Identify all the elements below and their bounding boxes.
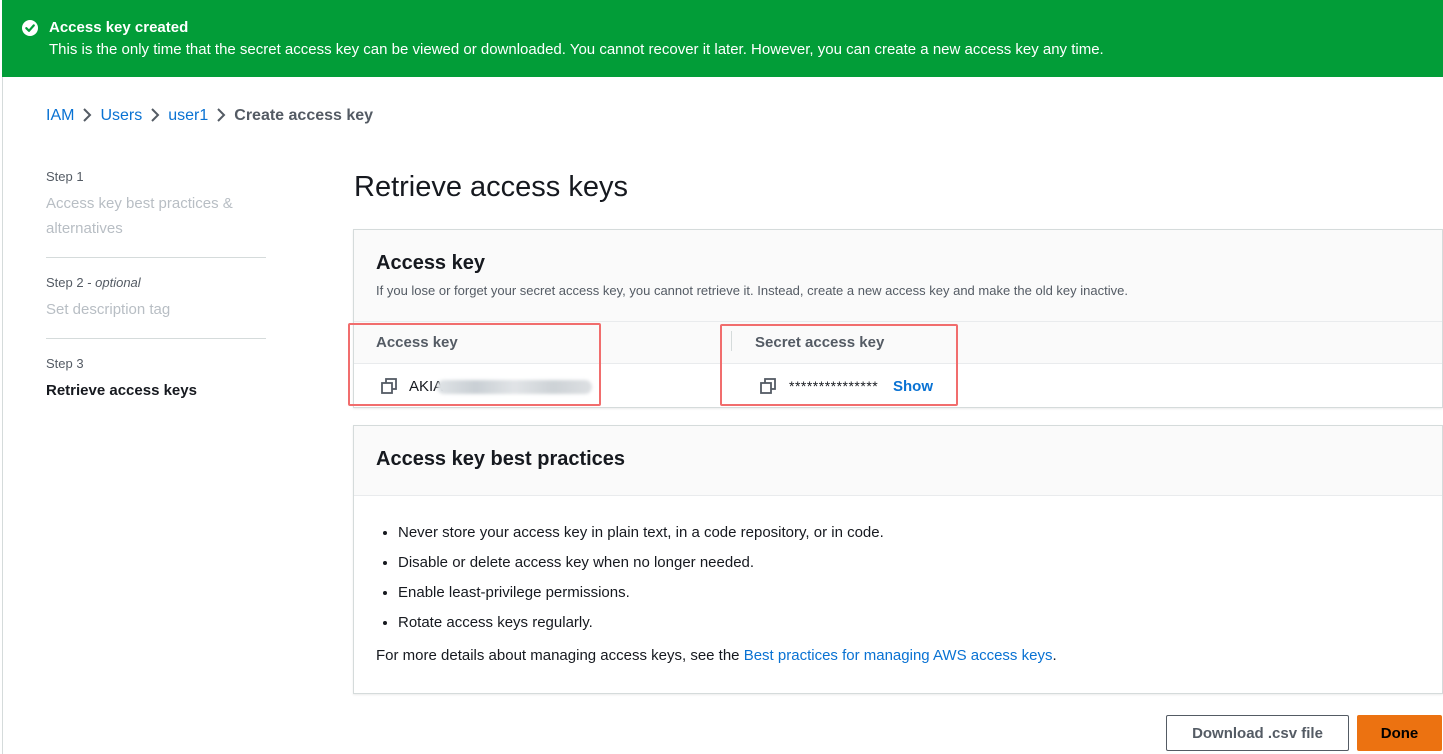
table-header: Access key Secret access key [354,322,1442,364]
breadcrumb-user1[interactable]: user1 [168,107,208,125]
redacted-key [437,380,592,394]
banner-title: Access key created [49,19,189,36]
list-item: Enable least-privilege permissions. [398,582,884,612]
download-csv-button[interactable]: Download .csv file [1166,715,1349,751]
chevron-right-icon [142,106,168,126]
panel-header: Access key best practices [354,426,1442,496]
column-access-key: Access key [376,334,458,351]
show-secret-link[interactable]: Show [893,378,933,395]
optional-label: optional [95,275,141,290]
step-3: Step 3 Retrieve access keys [46,355,266,419]
breadcrumb-users[interactable]: Users [100,107,142,125]
step-number: Step 1 [46,169,84,184]
table-row: AKIA *************** Show [354,364,1442,408]
panel-title: Access key [376,252,485,274]
step-title: Access key best practices & alternatives [46,195,233,237]
success-banner: Access key created This is the only time… [2,0,1443,77]
step-2: Step 2 - optional Set description tag [46,274,266,339]
page-title: Retrieve access keys [354,171,628,203]
step-number: Step 2 - optional [46,275,141,290]
check-circle-icon [22,20,38,36]
step-title: Set description tag [46,301,171,318]
panel-title: Access key best practices [376,448,626,470]
list-item: Disable or delete access key when no lon… [398,552,884,582]
banner-message: This is the only time that the secret ac… [49,41,1104,58]
done-button[interactable]: Done [1357,715,1442,751]
column-secret-key: Secret access key [755,334,885,351]
step-1: Step 1 Access key best practices & alter… [46,168,266,258]
access-key-panel: Access key If you lose or forget your se… [353,229,1443,408]
page-border [2,77,3,754]
step-title-active: Retrieve access keys [46,382,197,399]
column-divider [731,331,732,351]
chevron-right-icon [74,106,100,126]
breadcrumb: IAM Users user1 Create access key [46,105,373,127]
best-practices-link[interactable]: Best practices for managing AWS access k… [744,647,1053,664]
breadcrumb-current: Create access key [234,107,374,124]
best-practices-list: Never store your access key in plain tex… [398,522,884,642]
breadcrumb-iam[interactable]: IAM [46,107,74,125]
wizard-steps: Step 1 Access key best practices & alter… [46,168,266,435]
panel-header: Access key If you lose or forget your se… [354,230,1442,322]
list-item: Never store your access key in plain tex… [398,522,884,552]
secret-key-masked: *************** [789,378,879,394]
chevron-right-icon [208,106,234,126]
panel-description: If you lose or forget your secret access… [376,283,1128,298]
step-number: Step 3 [46,356,84,371]
list-item: Rotate access keys regularly. [398,612,884,642]
best-practices-panel: Access key best practices Never store yo… [353,425,1443,694]
copy-icon[interactable] [380,377,398,395]
more-details-text: For more details about managing access k… [376,647,1057,664]
copy-icon[interactable] [759,377,777,395]
